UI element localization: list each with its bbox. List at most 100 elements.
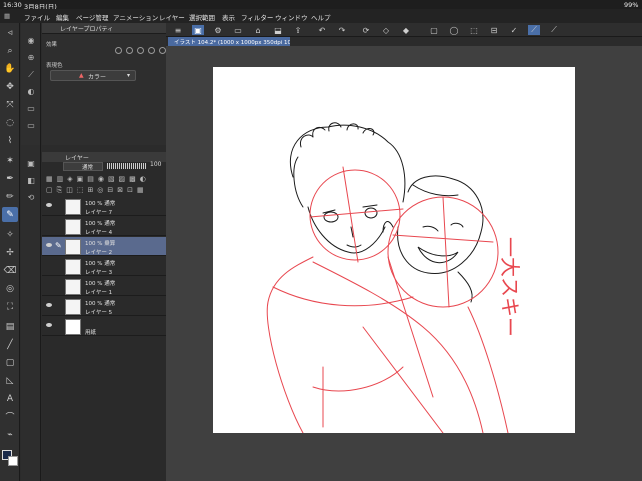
save-icon[interactable]: ⬓ bbox=[272, 25, 284, 35]
stabilize-a-icon[interactable]: ✓ bbox=[508, 25, 520, 35]
visibility-eye-icon[interactable] bbox=[46, 243, 52, 247]
eraser-tool-icon[interactable]: ⌫ bbox=[2, 263, 18, 278]
blend-mode-select[interactable]: 通常 bbox=[63, 162, 103, 171]
move-tool-icon[interactable]: ✥ bbox=[2, 79, 18, 94]
menu-file[interactable]: ファイル bbox=[24, 12, 50, 22]
brush-tool-icon[interactable]: ✎ bbox=[2, 207, 18, 222]
layer-property-title: レイヤープロパティ bbox=[60, 26, 114, 33]
wand-tool-icon[interactable]: ✶ bbox=[2, 153, 18, 168]
opacity-slider[interactable] bbox=[107, 163, 147, 169]
subtool-c-icon[interactable]: ⟋ bbox=[24, 68, 38, 81]
lasso-tool-icon[interactable]: ◌ bbox=[2, 115, 18, 130]
hamburger-menu-icon[interactable]: ≡ bbox=[172, 25, 184, 35]
canvas-handwriting: 一大スキー bbox=[498, 237, 522, 337]
menu-filter[interactable]: フィルター bbox=[241, 12, 273, 22]
figure-tool-icon[interactable]: ╱ bbox=[2, 337, 18, 352]
layer-name: レイヤー 1 bbox=[85, 290, 113, 296]
loading-icon[interactable]: ⟳ bbox=[360, 25, 372, 35]
subtool-e-icon[interactable]: ▭ bbox=[24, 102, 38, 115]
layer-opacity-blend: 100 % 通常 bbox=[85, 221, 116, 227]
settings-icon[interactable]: ⚙ bbox=[212, 25, 224, 35]
layer-row[interactable]: 100 % 通常 レイヤー 7 bbox=[42, 197, 166, 216]
pencil-tool-icon[interactable]: ✏ bbox=[2, 189, 18, 204]
material-icon[interactable]: ◧ bbox=[24, 174, 38, 187]
select-rect-icon[interactable]: ▢ bbox=[428, 25, 440, 35]
deselect-icon[interactable]: ⊟ bbox=[488, 25, 500, 35]
airbrush-tool-icon[interactable]: ✧ bbox=[2, 227, 18, 242]
transform-tool-icon[interactable]: ⤧ bbox=[2, 97, 18, 112]
layer-row[interactable]: 用紙 bbox=[42, 317, 166, 336]
new-file-icon[interactable]: ▭ bbox=[232, 25, 244, 35]
layer-panel-title: レイヤー bbox=[65, 155, 89, 162]
menu-edit[interactable]: 編集 bbox=[56, 12, 69, 22]
effect-extra-icon[interactable] bbox=[159, 47, 166, 54]
menu-selection[interactable]: 選択範囲 bbox=[189, 12, 215, 22]
hand-tool-icon[interactable]: ✋ bbox=[2, 61, 18, 76]
visibility-eye-icon[interactable] bbox=[46, 303, 52, 307]
pen-tool-icon[interactable]: ✒ bbox=[2, 171, 18, 186]
effect-layer-icon[interactable] bbox=[148, 47, 155, 54]
subtool-b-icon[interactable]: ⊕ bbox=[24, 51, 38, 64]
layer-name: レイヤー 7 bbox=[85, 210, 113, 216]
navigator-icon[interactable]: ▣ bbox=[24, 157, 38, 170]
menu-animation[interactable]: アニメーション bbox=[113, 12, 158, 22]
effect-color-icon[interactable] bbox=[137, 47, 144, 54]
subtool-f-icon[interactable]: ▭ bbox=[24, 119, 38, 132]
expression-color-select[interactable]: ▲ カラー ▾ bbox=[50, 70, 136, 81]
export-icon[interactable]: ⇪ bbox=[292, 25, 304, 35]
text-tool-icon[interactable]: A bbox=[2, 391, 18, 406]
visibility-eye-icon[interactable] bbox=[46, 203, 52, 207]
drawing-paper[interactable]: 一大スキー bbox=[213, 67, 575, 433]
gradient-tool-icon[interactable]: ▤ bbox=[2, 319, 18, 334]
balloon-tool-icon[interactable]: ⌒ bbox=[2, 409, 18, 424]
layer-row[interactable]: 100 % 通常 レイヤー 3 bbox=[42, 257, 166, 276]
document-tab[interactable]: イラスト 104.2* (1000 x 1000px 350dpi 102.8%… bbox=[168, 37, 290, 46]
sub-color-swatch[interactable] bbox=[8, 456, 18, 466]
zoom-tool-icon[interactable]: ⌕ bbox=[2, 43, 18, 58]
layer-tab[interactable]: レイヤー bbox=[42, 152, 166, 162]
eyedropper-tool-icon[interactable]: ⌇ bbox=[2, 133, 18, 148]
layer-action-icons[interactable]: ▢⎘◫⬚⊞◎⊟⊠⊡▦ bbox=[46, 186, 164, 196]
layer-name: レイヤー 2 bbox=[85, 250, 113, 256]
fill-tool-icon[interactable]: ⛶ bbox=[2, 299, 18, 314]
layer-row[interactable]: 100 % 通常 レイヤー 1 bbox=[42, 277, 166, 296]
subtool-a-icon[interactable]: ◉ bbox=[24, 34, 38, 47]
menu-grid-icon[interactable]: ▦ bbox=[4, 12, 10, 20]
chevron-down-icon: ▾ bbox=[127, 72, 131, 79]
quick-access-icon[interactable]: ▣ bbox=[192, 25, 204, 35]
open-file-icon[interactable]: ⌂ bbox=[252, 25, 264, 35]
layer-toolbar-icons[interactable]: ▦▥◈▣▤◉▧▨▩◐ bbox=[46, 175, 164, 185]
correction-tool-icon[interactable]: ⌁ bbox=[2, 427, 18, 442]
blend-tool-icon[interactable]: ◎ bbox=[2, 281, 18, 296]
select-lasso-icon[interactable]: ◯ bbox=[448, 25, 460, 35]
ruler-tool-icon[interactable]: ◺ bbox=[2, 373, 18, 388]
layer-row-selected[interactable]: ✎ 100 % 乗算 レイヤー 2 bbox=[42, 237, 166, 256]
layer-row[interactable]: 100 % 通常 レイヤー 5 bbox=[42, 297, 166, 316]
layer-row[interactable]: 100 % 通常 レイヤー 4 bbox=[42, 217, 166, 236]
undo-icon[interactable]: ↶ bbox=[316, 25, 328, 35]
effect-tone-icon[interactable] bbox=[126, 47, 133, 54]
stabilize-b-icon[interactable]: ⟋ bbox=[528, 25, 540, 35]
select-all-icon[interactable]: ⬚ bbox=[468, 25, 480, 35]
opacity-value: 100 bbox=[150, 161, 162, 168]
status-time: 16:30 bbox=[3, 1, 22, 9]
document-tab-label: イラスト 104.2* (1000 x 1000px 350dpi 102.8%… bbox=[174, 40, 290, 46]
subtool-d-icon[interactable]: ◐ bbox=[24, 85, 38, 98]
effect-border-icon[interactable] bbox=[115, 47, 122, 54]
decoration-tool-icon[interactable]: ✢ bbox=[2, 245, 18, 260]
menu-layer[interactable]: レイヤー bbox=[159, 12, 185, 22]
blend-mode-value: 通常 bbox=[82, 165, 94, 171]
fill-icon[interactable]: ◆ bbox=[400, 25, 412, 35]
cursor-tool-icon[interactable]: ◃ bbox=[2, 25, 18, 40]
menu-page[interactable]: ページ管理 bbox=[76, 12, 108, 22]
stabilize-c-icon[interactable]: ⟋ bbox=[548, 25, 560, 35]
frame-tool-icon[interactable]: ▢ bbox=[2, 355, 18, 370]
layer-property-tab[interactable]: レイヤープロパティ bbox=[42, 23, 166, 34]
menu-window[interactable]: ウィンドウ bbox=[275, 12, 308, 22]
menu-help[interactable]: ヘルプ bbox=[311, 12, 331, 22]
history-icon[interactable]: ⟲ bbox=[24, 191, 38, 204]
clear-icon[interactable]: ◇ bbox=[380, 25, 392, 35]
redo-icon[interactable]: ↷ bbox=[336, 25, 348, 35]
visibility-eye-icon[interactable] bbox=[46, 323, 52, 327]
menu-view[interactable]: 表示 bbox=[222, 12, 235, 22]
